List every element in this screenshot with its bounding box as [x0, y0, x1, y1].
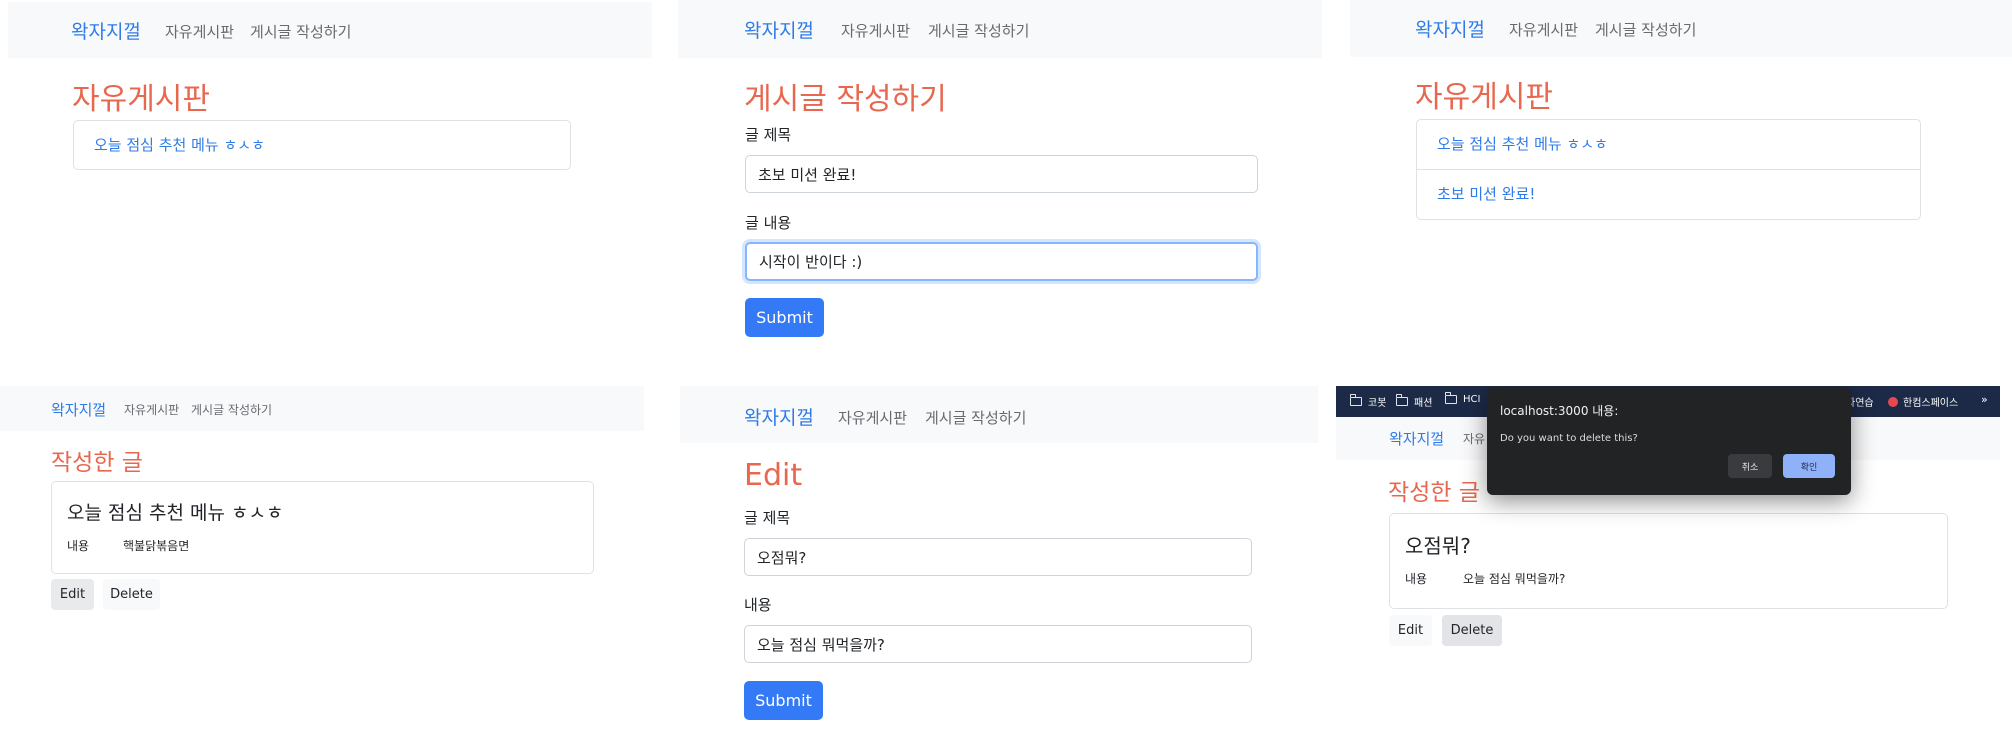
edit-button[interactable]: Edit [1389, 615, 1432, 646]
nav-link-write[interactable]: 게시글 작성하기 [1595, 19, 1696, 40]
brand-link[interactable]: 왁자지껄 [1415, 15, 1485, 42]
content-input[interactable]: 오늘 점심 뭐먹을까? [744, 625, 1252, 663]
post-title: 오늘 점심 추천 메뉴 ㅎㅅㅎ [67, 502, 284, 524]
title-label: 글 제목 [745, 126, 792, 144]
folder-icon [1349, 394, 1362, 406]
page-title: Edit [744, 458, 803, 493]
bookmark-label: 패션 [1414, 398, 1433, 409]
content-key: 내용 [67, 539, 90, 553]
post-card: 오점뭐? 내용 오늘 점심 뭐먹을까? [1389, 513, 1948, 609]
brand-link[interactable]: 왁자지껄 [71, 17, 141, 44]
content-label: 글 내용 [745, 214, 792, 232]
nav-link-write[interactable]: 게시글 작성하기 [928, 20, 1029, 41]
content-key: 내용 [1405, 572, 1428, 586]
nav-link-board[interactable]: 자유게시판 [124, 401, 179, 418]
title-label: 글 제목 [744, 509, 791, 527]
edit-button[interactable]: Edit [51, 579, 94, 610]
submit-button[interactable]: Submit [744, 681, 823, 720]
delete-button[interactable]: Delete [1442, 615, 1502, 646]
hancom-icon [1888, 396, 1898, 407]
bookmarks-overflow-icon[interactable]: » [1981, 393, 1988, 406]
brand-link[interactable]: 왁자지껄 [51, 399, 106, 420]
bookmark-label: 한컴스페이스 [1903, 398, 1959, 409]
bookmark-folder[interactable]: 패션 [1395, 394, 1433, 409]
panel-delete-confirm: 코봇 패션 HCI 자연습 한컴스페이스 » 왁자지껄 자유 작성한 글 오점뭐… [1336, 386, 2000, 656]
page-title: 작성한 글 [51, 450, 143, 476]
post-title: 오점뭐? [1405, 534, 1471, 558]
nav-link-board[interactable]: 자유게시판 [1509, 19, 1578, 40]
bookmark-item[interactable]: 한컴스페이스 [1888, 394, 1958, 409]
nav-link-write[interactable]: 게시글 작성하기 [191, 401, 272, 418]
content-input[interactable]: 시작이 반이다 :) [745, 242, 1258, 281]
panel-board-list-updated: 왁자지껄 자유게시판 게시글 작성하기 자유게시판 오늘 점심 추천 메뉴 ㅎㅅ… [1350, 0, 2012, 240]
page-title: 게시글 작성하기 [744, 82, 947, 117]
post-list-item[interactable]: 오늘 점심 추천 메뉴 ㅎㅅㅎ [1417, 120, 1920, 169]
nav-link-board[interactable]: 자유게시판 [165, 21, 234, 42]
post-list-item[interactable]: 초보 미션 완료! [1417, 169, 1920, 218]
nav-link-board[interactable]: 자유게시판 [841, 20, 910, 41]
folder-icon [1395, 394, 1408, 406]
nav-link-write[interactable]: 게시글 작성하기 [925, 407, 1026, 428]
nav-link-write[interactable]: 게시글 작성하기 [250, 21, 351, 42]
panel-edit-form: 왁자지껄 자유게시판 게시글 작성하기 Edit 글 제목 오점뭐? 내용 오늘… [680, 386, 1318, 742]
submit-button[interactable]: Submit [745, 298, 824, 337]
title-input[interactable]: 오점뭐? [744, 538, 1252, 576]
dialog-cancel-button[interactable]: 취소 [1728, 454, 1772, 478]
bookmark-label: HCI [1463, 394, 1481, 405]
content-label: 내용 [744, 596, 772, 614]
nav-link-board[interactable]: 자유게시판 [838, 407, 907, 428]
navbar: 왁자지껄 자유게시판 게시글 작성하기 [1350, 0, 2012, 57]
panel-board-list-initial: 왁자지껄 자유게시판 게시글 작성하기 자유게시판 오늘 점심 추천 메뉴 ㅎㅅ… [8, 2, 652, 222]
content-value: 핵불닭볶음면 [123, 539, 190, 553]
post-card: 오늘 점심 추천 메뉴 ㅎㅅㅎ 내용 핵불닭볶음면 [51, 481, 594, 574]
brand-link[interactable]: 왁자지껄 [1389, 428, 1444, 449]
dialog-ok-button[interactable]: 확인 [1783, 454, 1835, 478]
content-input-value: 시작이 반이다 :) [759, 253, 863, 271]
nav-link-board[interactable]: 자유 [1463, 430, 1485, 447]
content-input-value: 오늘 점심 뭐먹을까? [757, 635, 885, 654]
dialog-message: Do you want to delete this? [1500, 433, 1638, 444]
folder-icon [1444, 392, 1457, 404]
title-input-value: 초보 미션 완료! [758, 165, 857, 184]
post-list: 오늘 점심 추천 메뉴 ㅎㅅㅎ [73, 120, 571, 170]
post-list: 오늘 점심 추천 메뉴 ㅎㅅㅎ 초보 미션 완료! [1416, 119, 1921, 220]
navbar: 왁자지껄 자유게시판 게시글 작성하기 [8, 2, 652, 58]
page-title: 자유게시판 [72, 82, 210, 117]
panel-post-detail: 왁자지껄 자유게시판 게시글 작성하기 작성한 글 오늘 점심 추천 메뉴 ㅎㅅ… [0, 386, 644, 626]
brand-link[interactable]: 왁자지껄 [744, 403, 814, 430]
page-title: 자유게시판 [1415, 80, 1553, 115]
page-title: 작성한 글 [1388, 480, 1480, 506]
bookmark-folder[interactable]: HCI [1444, 392, 1481, 405]
navbar: 왁자지껄 자유게시판 게시글 작성하기 [0, 386, 644, 431]
brand-link[interactable]: 왁자지껄 [744, 16, 814, 43]
bookmark-folder[interactable]: 코봇 [1349, 394, 1387, 409]
bookmark-label: 코봇 [1368, 398, 1387, 409]
content-value: 오늘 점심 뭐먹을까? [1463, 572, 1566, 586]
delete-button[interactable]: Delete [103, 579, 160, 610]
confirm-dialog: localhost:3000 내용: Do you want to delete… [1487, 388, 1851, 495]
title-input-value: 오점뭐? [757, 548, 807, 567]
panel-write-form: 왁자지껄 자유게시판 게시글 작성하기 게시글 작성하기 글 제목 초보 미션 … [678, 0, 1322, 360]
post-list-item[interactable]: 오늘 점심 추천 메뉴 ㅎㅅㅎ [74, 134, 570, 155]
dialog-origin: localhost:3000 내용: [1500, 404, 1619, 418]
navbar: 왁자지껄 자유게시판 게시글 작성하기 [680, 386, 1318, 443]
title-input[interactable]: 초보 미션 완료! [745, 155, 1258, 193]
navbar: 왁자지껄 자유게시판 게시글 작성하기 [678, 0, 1322, 58]
